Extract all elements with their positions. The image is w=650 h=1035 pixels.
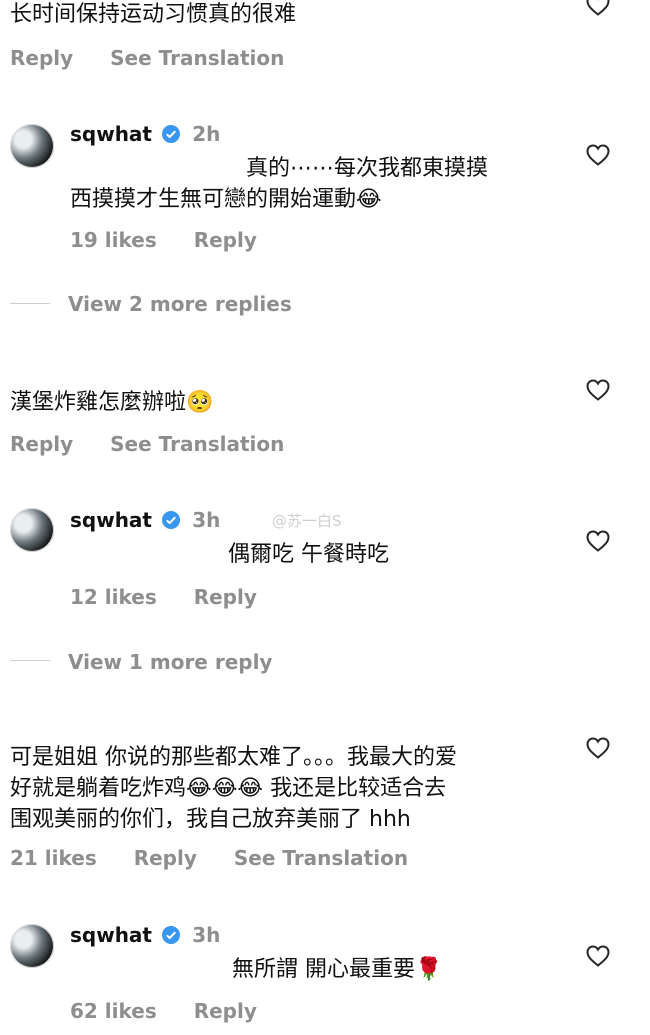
verified-badge-icon <box>162 511 181 529</box>
reply-button[interactable]: Reply <box>10 432 73 456</box>
comment-text: 漢堡炸雞怎麼辦啦🥺 <box>10 390 214 415</box>
username[interactable]: sqwhat <box>70 508 152 532</box>
likes-count[interactable]: 62 likes <box>70 999 157 1023</box>
reply-text-line: 真的⋯⋯每次我都東摸摸 <box>246 156 489 181</box>
username[interactable]: sqwhat <box>70 122 152 146</box>
verified-badge-icon <box>162 125 181 143</box>
heart-outline-icon[interactable] <box>586 945 610 967</box>
reply-button[interactable]: Reply <box>10 46 73 70</box>
reply-header: sqwhat 3h <box>70 508 220 532</box>
heart-outline-icon[interactable] <box>586 379 610 401</box>
reply-actions: 19 likes Reply <box>70 228 287 252</box>
reply-actions: 12 likes Reply <box>70 585 287 609</box>
view-more-replies-button[interactable]: View 1 more reply <box>68 650 272 674</box>
reply-text-line: 西摸摸才生無可戀的開始運動😂 <box>70 187 382 212</box>
reply-button[interactable]: Reply <box>194 999 257 1023</box>
likes-count[interactable]: 12 likes <box>70 585 157 609</box>
avatar[interactable] <box>10 124 54 168</box>
username[interactable]: sqwhat <box>70 923 152 947</box>
comment-actions: 21 likes Reply See Translation <box>10 846 438 870</box>
verified-badge-icon <box>162 926 181 944</box>
see-translation-button[interactable]: See Translation <box>234 846 408 870</box>
timestamp: 3h <box>192 508 221 532</box>
comment-text-line: 围观美丽的你们，我自己放弃美丽了 hhh <box>10 807 411 832</box>
heart-outline-icon[interactable] <box>586 0 610 16</box>
see-translation-button[interactable]: See Translation <box>110 46 284 70</box>
timestamp: 2h <box>192 122 221 146</box>
reply-header: sqwhat 3h <box>70 923 220 947</box>
reply-button[interactable]: Reply <box>134 846 197 870</box>
comment-text: 长时间保持运动习惯真的很难 <box>10 2 297 27</box>
see-translation-button[interactable]: See Translation <box>110 432 284 456</box>
heart-outline-icon[interactable] <box>586 530 610 552</box>
reply-header: sqwhat 2h <box>70 122 220 146</box>
heart-outline-icon[interactable] <box>586 144 610 166</box>
reply-actions: 62 likes Reply <box>70 999 287 1023</box>
reply-text-line: 偶爾吃 午餐時吃 <box>228 542 389 567</box>
avatar[interactable] <box>10 924 54 968</box>
reply-text-line: 無所謂 開心最重要🌹 <box>232 957 443 982</box>
heart-outline-icon[interactable] <box>586 737 610 759</box>
timestamp: 3h <box>192 923 221 947</box>
replies-divider-line <box>10 660 50 661</box>
avatar[interactable] <box>10 508 54 552</box>
likes-count[interactable]: 21 likes <box>10 846 97 870</box>
replies-divider-line <box>10 303 50 304</box>
reply-button[interactable]: Reply <box>194 228 257 252</box>
comment-actions: Reply See Translation <box>10 46 314 70</box>
comment-text-line: 好就是躺着吃炸鸡😂😂😂 我还是比较适合去 <box>10 776 447 801</box>
comment-actions: Reply See Translation <box>10 432 314 456</box>
comment-text-line: 可是姐姐 你说的那些都太难了。。。我最大的爱 <box>10 745 457 770</box>
view-more-replies-button[interactable]: View 2 more replies <box>68 292 292 316</box>
reply-button[interactable]: Reply <box>194 585 257 609</box>
likes-count[interactable]: 19 likes <box>70 228 157 252</box>
watermark: @苏一白S <box>272 512 342 530</box>
